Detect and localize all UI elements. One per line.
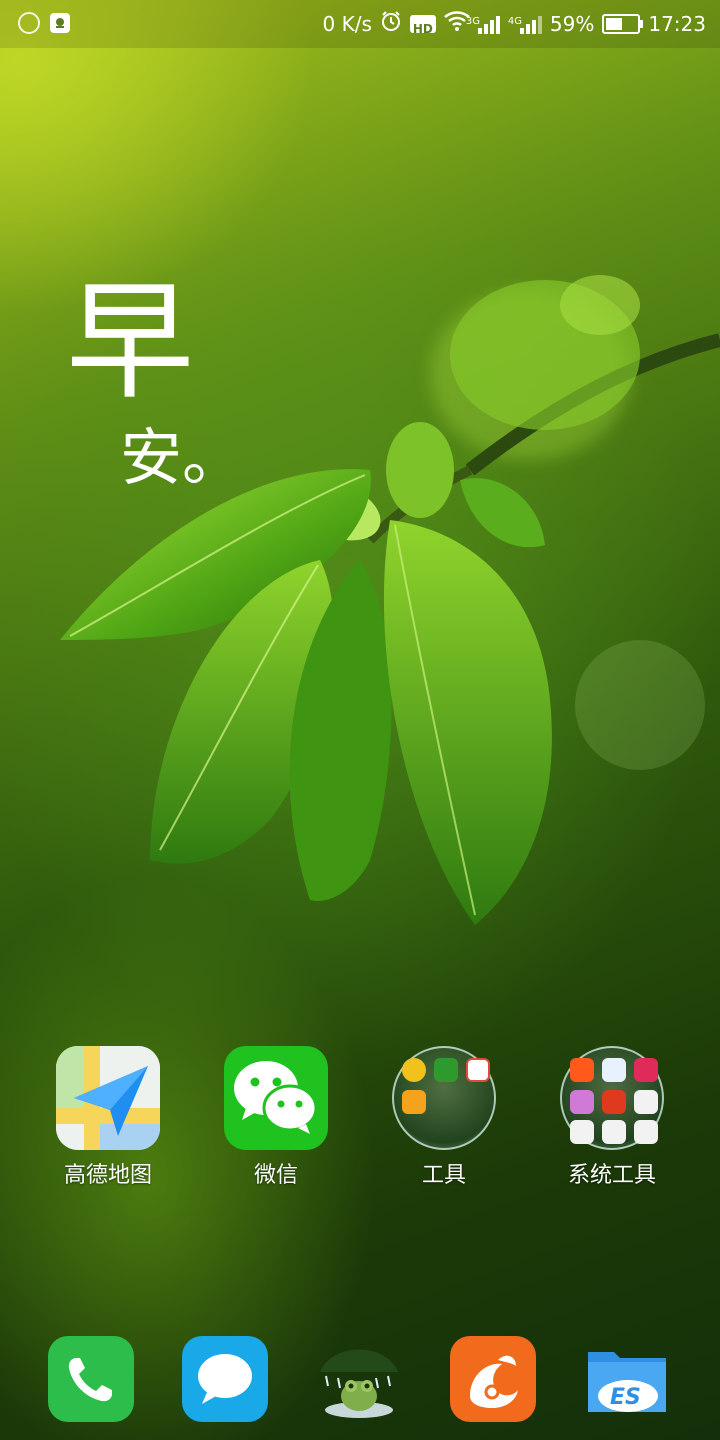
hd-icon: HD xyxy=(409,15,436,36)
frog-weather-icon[interactable] xyxy=(316,1336,402,1422)
status-bar: 0 K/s HD 3G 4G 59% 17:23 xyxy=(0,0,720,48)
folder-mini-app-icon xyxy=(402,1058,426,1082)
folder-mini-app-icon xyxy=(634,1090,658,1114)
app-label: 微信 xyxy=(253,1163,298,1188)
wallpaper-leaves xyxy=(60,275,720,925)
home-screen: 0 K/s HD 3G 4G 59% 17:23 早 安。 高德地图 微信 工具… xyxy=(0,0,720,1440)
folder-mini-app-icon xyxy=(434,1058,458,1082)
folder-mini-app-icon xyxy=(602,1120,626,1144)
battery-fill xyxy=(606,18,622,30)
notification-app-icon xyxy=(50,13,70,33)
folder-mini-app-icon xyxy=(570,1058,594,1082)
greeting-line-1[interactable]: 早 xyxy=(66,268,194,418)
sync-ring-icon xyxy=(18,12,40,34)
app-wechat[interactable]: 微信 xyxy=(201,1046,351,1196)
signal-4g-icon: 4G xyxy=(508,14,542,34)
app-grid: 高德地图 微信 工具 系统工具 xyxy=(0,1046,720,1206)
folder-system-tools[interactable]: 系统工具 xyxy=(537,1046,687,1196)
app-amap[interactable]: 高德地图 xyxy=(33,1046,183,1196)
folder-mini-app-icon xyxy=(402,1090,426,1114)
amap-icon xyxy=(56,1046,160,1150)
clock: 17:23 xyxy=(648,12,706,36)
signal-3g-icon: 3G xyxy=(466,14,500,34)
es-file-explorer-icon[interactable]: ES xyxy=(584,1336,670,1422)
phone-icon[interactable] xyxy=(48,1336,134,1422)
folder-tools[interactable]: 工具 xyxy=(369,1046,519,1196)
app-label: 工具 xyxy=(421,1163,466,1188)
app-label: 高德地图 xyxy=(63,1163,152,1188)
dock: ES xyxy=(0,1336,720,1426)
wechat-icon xyxy=(224,1046,328,1150)
app-label: 系统工具 xyxy=(567,1163,656,1188)
tools-folder-icon xyxy=(392,1046,496,1150)
folder-mini-app-icon xyxy=(570,1090,594,1114)
folder-mini-app-icon xyxy=(602,1090,626,1114)
battery-icon xyxy=(602,14,644,34)
folder-mini-app-icon xyxy=(466,1058,490,1082)
messages-icon[interactable] xyxy=(182,1336,268,1422)
uc-browser-icon[interactable] xyxy=(450,1336,536,1422)
folder-mini-app-icon xyxy=(634,1120,658,1144)
folder-mini-app-icon xyxy=(570,1120,594,1144)
system-tools-folder-icon xyxy=(560,1046,664,1150)
alarm-icon xyxy=(380,10,402,39)
battery-percent: 59% xyxy=(549,12,595,36)
net-speed: 0 K/s xyxy=(322,12,372,36)
folder-mini-app-icon xyxy=(634,1058,658,1082)
folder-mini-app-icon xyxy=(602,1058,626,1082)
greeting-line-2[interactable]: 安。 xyxy=(120,418,244,498)
svg-text:ES: ES xyxy=(610,1385,641,1410)
